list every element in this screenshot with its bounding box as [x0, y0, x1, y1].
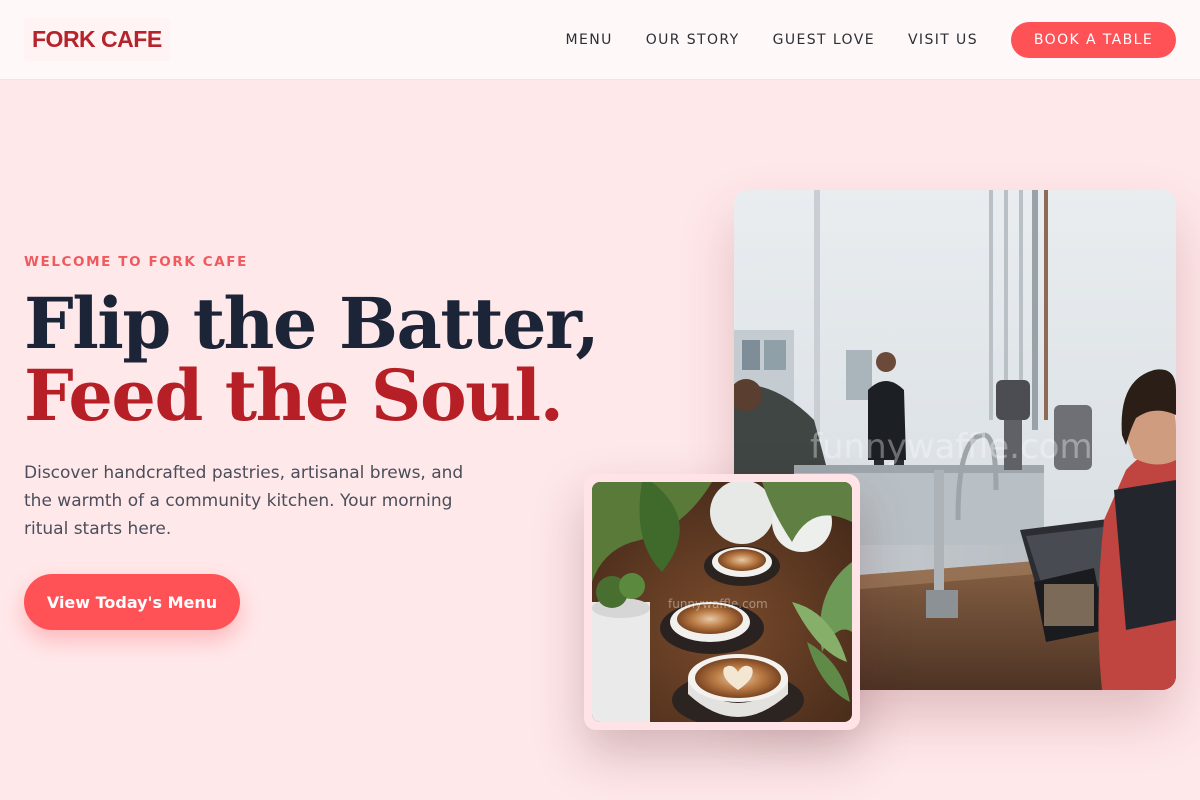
hero-eyebrow: WELCOME TO FORK CAFE: [24, 254, 248, 270]
nav-link-visit-us[interactable]: VISIT US: [908, 32, 978, 48]
hero-headline: Flip the Batter, Feed the Soul.: [24, 282, 600, 437]
latte-photo-frame: funnywaffle.com: [584, 474, 860, 730]
book-table-button[interactable]: BOOK A TABLE: [1011, 21, 1176, 58]
hero-description: Discover handcrafted pastries, artisanal…: [24, 463, 464, 539]
headline-line-2: Feed the Soul.: [24, 354, 564, 437]
site-header: FORK CAFE MENU OUR STORY GUEST LOVE VISI…: [0, 0, 1200, 80]
site-logo[interactable]: FORK CAFE: [24, 18, 170, 61]
inset-photo-watermark: funnywaffle.com: [668, 597, 768, 611]
headline-line-1: Flip the Batter,: [24, 282, 600, 365]
nav-link-guest-love[interactable]: GUEST LOVE: [773, 32, 875, 48]
nav-link-our-story[interactable]: OUR STORY: [646, 32, 740, 48]
nav-link-menu[interactable]: MENU: [565, 32, 612, 48]
main-nav: MENU OUR STORY GUEST LOVE VISIT US BOOK …: [565, 21, 1176, 58]
view-menu-button[interactable]: View Today's Menu: [24, 574, 240, 630]
main-photo-watermark: funnywaffle.com: [810, 427, 1093, 467]
latte-photo: funnywaffle.com: [592, 482, 852, 722]
